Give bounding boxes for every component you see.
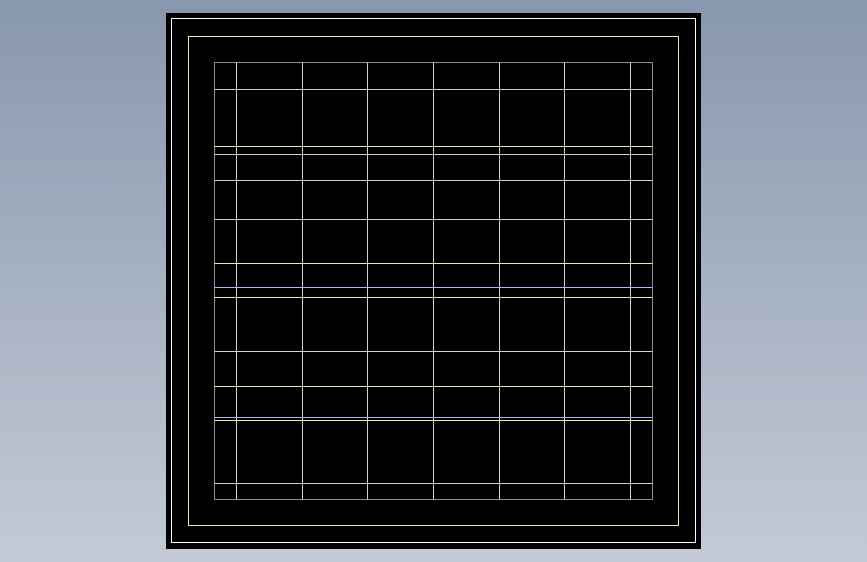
drawing-sheet[interactable] [166, 13, 701, 549]
